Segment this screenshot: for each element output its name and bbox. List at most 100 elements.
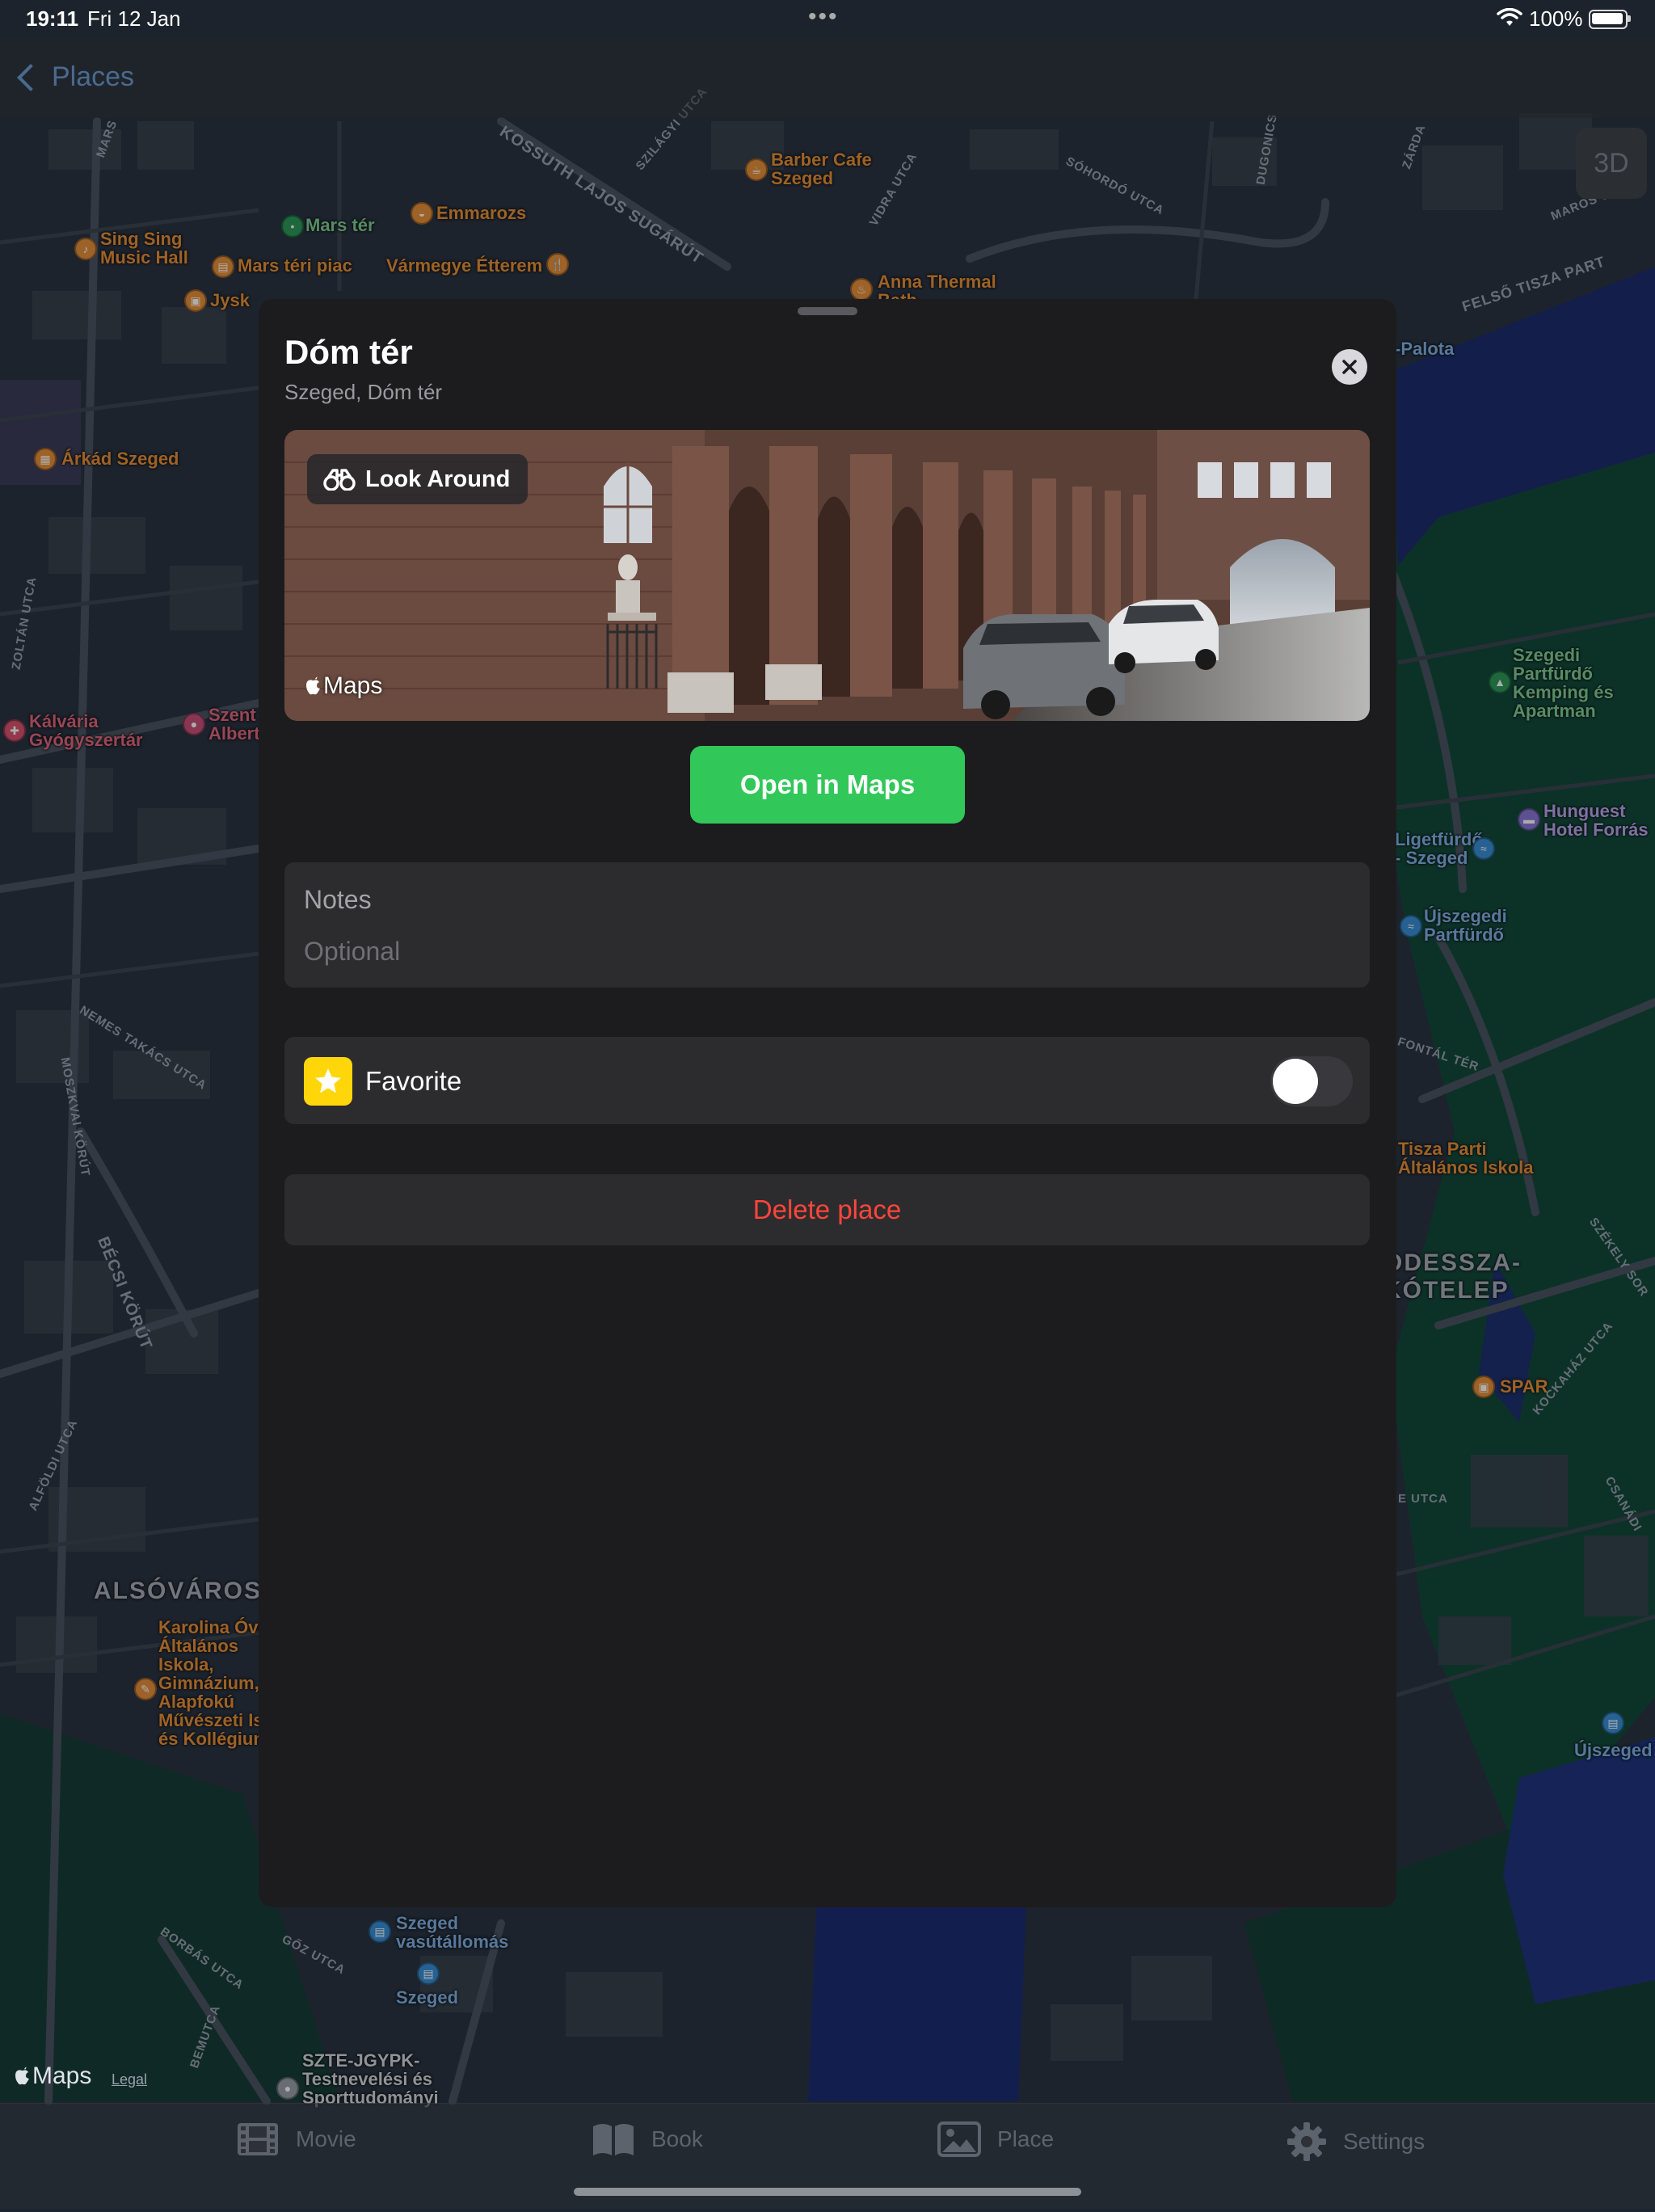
battery-tip — [1628, 15, 1631, 22]
mall-icon[interactable]: ▦ — [34, 448, 57, 470]
music-venue-icon[interactable]: ♪ — [74, 238, 97, 260]
school-icon[interactable]: ✎ — [134, 1678, 157, 1700]
train-icon[interactable]: ▤ — [368, 1920, 391, 1943]
apple-maps-watermark: Maps — [305, 672, 382, 700]
map-label-varmegye[interactable]: Vármegye Étterem — [386, 256, 542, 275]
tab-bar: Movie Book Place Settings — [0, 2103, 1655, 2209]
apple-logo-icon — [306, 676, 320, 695]
map-label-jysk[interactable]: Jysk — [210, 291, 250, 310]
map-label-sing-sing[interactable]: Sing Sing Music Hall — [100, 230, 188, 267]
shop-icon[interactable]: ▣ — [184, 289, 207, 312]
map-label-tisza-parti-iskola[interactable]: Tisza Parti Általános Iskola — [1398, 1140, 1534, 1177]
favorite-label: Favorite — [365, 1066, 462, 1096]
multitasking-dots-icon[interactable]: ••• — [808, 3, 839, 31]
film-icon — [238, 2123, 278, 2155]
cafe-icon[interactable]: ☕ — [745, 158, 768, 181]
bath-icon[interactable]: ♨ — [850, 278, 873, 301]
favorite-toggle[interactable] — [1270, 1056, 1353, 1106]
apple-maps-logo: Maps — [15, 2062, 91, 2090]
wifi-icon — [1497, 8, 1522, 26]
place-subtitle: Szeged, Dóm tér — [284, 380, 443, 404]
home-indicator[interactable] — [574, 2188, 1081, 2196]
open-in-maps-button[interactable]: Open in Maps — [690, 746, 965, 824]
map-label-partfurdo-kemping[interactable]: Szegedi Partfürdő Kemping és Apartman — [1513, 646, 1614, 720]
notes-label: Notes — [304, 885, 372, 914]
grocery-icon[interactable]: ▣ — [1472, 1376, 1495, 1398]
status-time: 19:11 — [26, 6, 79, 31]
hospital-icon[interactable]: ● — [183, 713, 205, 735]
legal-link[interactable]: Legal — [112, 2071, 147, 2088]
swim-icon[interactable]: ≈ — [1472, 837, 1495, 860]
close-icon — [1342, 360, 1357, 374]
map-label-palota[interactable]: -Palota — [1395, 339, 1454, 358]
battery-icon — [1589, 10, 1628, 29]
map-label-mars-teri-piac[interactable]: Mars téri piac — [238, 256, 352, 275]
status-date: Fri 12 Jan — [87, 6, 181, 31]
bakery-icon[interactable]: ◒ — [411, 202, 433, 225]
camping-icon[interactable]: ▲ — [1489, 671, 1511, 693]
notes-placeholder[interactable]: Optional — [304, 937, 400, 967]
back-button[interactable]: Places — [17, 61, 135, 93]
maps-watermark-label: Maps — [323, 672, 383, 699]
tab-place-label: Place — [997, 2126, 1055, 2151]
district-odessza: ODESSZA- KÓTELEP — [1383, 1249, 1522, 1304]
place-detail-sheet: Dóm tér Szeged, Dóm tér Look Around Maps… — [259, 299, 1396, 1907]
gear-icon — [1287, 2122, 1326, 2161]
park-icon[interactable]: • — [281, 215, 304, 238]
map-label-szent-albert[interactable]: Szent Albert — [208, 706, 260, 743]
hotel-icon[interactable]: ▬ — [1518, 808, 1540, 831]
swim-icon[interactable]: ≈ — [1400, 915, 1422, 937]
map-label-kalvaria[interactable]: Kálvária Gyógyszertár — [29, 712, 143, 749]
map-label-arkad[interactable]: Árkád Szeged — [61, 449, 179, 468]
tab-movie-label: Movie — [296, 2126, 356, 2151]
pharmacy-icon[interactable]: ✚ — [3, 719, 26, 742]
map-label-ujszeged[interactable]: Újszeged — [1574, 1741, 1653, 1759]
maps-logo-label: Maps — [32, 2062, 92, 2089]
star-icon — [304, 1057, 352, 1106]
look-around-label: Look Around — [365, 466, 511, 492]
map-3d-button[interactable]: 3D — [1576, 128, 1647, 199]
train-icon[interactable]: ▤ — [1602, 1712, 1624, 1734]
apple-logo-icon — [15, 2067, 29, 2085]
book-icon — [593, 2124, 634, 2155]
map-label-szeged-vasutallomas[interactable]: Szeged vasútállomás — [396, 1914, 508, 1951]
binoculars-icon — [323, 469, 356, 491]
map-label-mars-ter[interactable]: Mars tér — [305, 216, 375, 234]
sheet-grabber[interactable] — [798, 307, 857, 315]
district-alsovaros: ALSÓVÁROS — [94, 1578, 263, 1604]
delete-place-button[interactable]: Delete place — [284, 1174, 1370, 1245]
tab-book[interactable]: Book — [592, 2121, 703, 2157]
tab-movie[interactable]: Movie — [236, 2121, 356, 2157]
chevron-left-icon — [17, 63, 44, 91]
toggle-knob — [1273, 1059, 1318, 1104]
market-icon[interactable]: ▤ — [212, 255, 234, 278]
map-label-hunguest[interactable]: Hunguest Hotel Forrás — [1543, 802, 1649, 839]
map-label-barber-cafe[interactable]: Barber Cafe Szeged — [771, 150, 872, 187]
map-label-szte-jgypk[interactable]: SZTE-JGYPK- Testnevelési és Sporttudomán… — [302, 2051, 439, 2107]
notes-field[interactable]: Notes Optional — [284, 862, 1370, 988]
map-label-emmarozs[interactable]: Emmarozs — [436, 204, 526, 222]
status-bar: 19:11 Fri 12 Jan ••• 100% — [0, 0, 1655, 37]
map-label-ujszegedi-partfurdo[interactable]: Újszegedi Partfürdő — [1424, 907, 1507, 944]
university-icon[interactable]: ● — [276, 2077, 299, 2100]
place-title: Dóm tér — [284, 333, 413, 371]
photo-icon — [937, 2121, 981, 2157]
map-label-ligetfurdo[interactable]: Ligetfürdő - Szeged — [1395, 830, 1483, 867]
back-label: Places — [52, 61, 135, 92]
star-glyph — [315, 1068, 341, 1093]
tab-settings[interactable]: Settings — [1287, 2121, 1425, 2162]
map-label-spar[interactable]: SPAR — [1500, 1377, 1548, 1396]
train-icon[interactable]: ▤ — [417, 1962, 440, 1985]
favorite-row: Favorite — [284, 1037, 1370, 1124]
tab-place[interactable]: Place — [937, 2121, 1054, 2157]
look-around-button[interactable]: Look Around — [307, 454, 529, 504]
tab-settings-label: Settings — [1343, 2129, 1425, 2154]
map-label-szeged-station[interactable]: Szeged — [396, 1988, 458, 2007]
navigation-bar: Places — [0, 37, 1655, 118]
tab-book-label: Book — [651, 2126, 703, 2151]
restaurant-icon[interactable]: 🍴 — [546, 253, 569, 276]
battery-percent: 100% — [1529, 6, 1583, 31]
close-button[interactable] — [1332, 349, 1367, 385]
look-around-preview[interactable]: Look Around Maps — [284, 430, 1370, 721]
street-e-utca: E UTCA — [1398, 1492, 1448, 1506]
